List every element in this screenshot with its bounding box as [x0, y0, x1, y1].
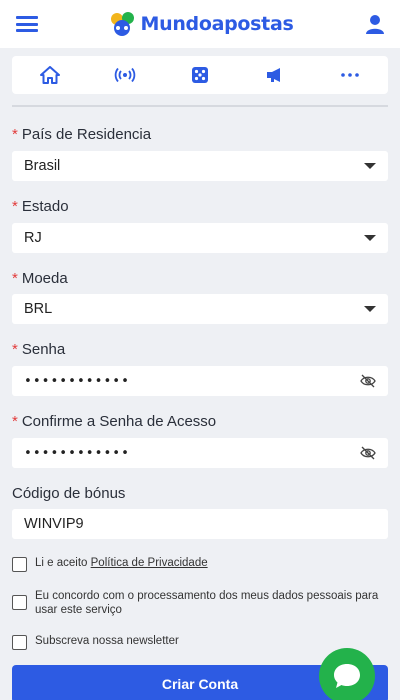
menu-icon[interactable]: [16, 16, 38, 32]
brand-logo[interactable]: Mundoapostas: [108, 10, 294, 38]
state-label-text: Estado: [21, 198, 69, 215]
privacy-prefix: Li e aceito: [35, 557, 88, 569]
bonus-code-input[interactable]: WINVIP9: [12, 509, 388, 539]
chevron-down-icon: [364, 163, 376, 169]
state-value: RJ: [24, 230, 42, 246]
password-label: * Senha: [12, 341, 65, 358]
data-processing-checkbox-row[interactable]: Eu concordo com o processamento dos meus…: [12, 589, 388, 617]
required-mark: *: [12, 126, 18, 143]
required-mark: *: [12, 341, 18, 358]
data-processing-text: Eu concordo com o processamento dos meus…: [35, 590, 379, 616]
logo-text: Mundoapostas: [140, 13, 294, 35]
newsletter-checkbox[interactable]: [12, 635, 27, 650]
nav-live[interactable]: [105, 60, 145, 90]
state-label: * Estado: [12, 198, 69, 215]
chat-icon: [334, 664, 360, 688]
password-value: ••••••••••••: [24, 373, 130, 389]
currency-label: * Moeda: [12, 270, 68, 287]
bonus-value: WINVIP9: [24, 516, 84, 532]
password-label-text: Senha: [21, 341, 66, 358]
newsletter-checkbox-row[interactable]: Subscreva nossa newsletter: [12, 634, 179, 650]
live-chat-button[interactable]: [319, 648, 375, 700]
currency-select[interactable]: BRL: [12, 294, 388, 324]
eye-off-icon[interactable]: [360, 374, 376, 388]
category-navbar: [12, 56, 388, 94]
section-divider: [12, 105, 388, 107]
privacy-checkbox[interactable]: [12, 557, 27, 572]
live-broadcast-icon: [114, 67, 136, 83]
app-header: Mundoapostas: [0, 0, 400, 48]
nav-casino[interactable]: [180, 60, 220, 90]
megaphone-icon: [267, 68, 281, 82]
chevron-down-icon: [364, 306, 376, 312]
currency-label-text: Moeda: [21, 270, 68, 287]
user-icon[interactable]: [364, 13, 386, 35]
newsletter-text: Subscreva nossa newsletter: [35, 635, 179, 647]
privacy-checkbox-row[interactable]: Li e aceito Política de Privacidade: [12, 556, 208, 572]
data-processing-checkbox[interactable]: [12, 595, 27, 610]
required-mark: *: [12, 270, 18, 287]
privacy-text: Li e aceito Política de Privacidade: [35, 556, 208, 570]
state-select[interactable]: RJ: [12, 223, 388, 253]
country-value: Brasil: [24, 158, 61, 174]
home-icon: [39, 66, 60, 84]
country-select[interactable]: Brasil: [12, 151, 388, 181]
nav-more[interactable]: [330, 60, 370, 90]
confirm-password-field[interactable]: ••••••••••••: [12, 438, 388, 468]
currency-value: BRL: [24, 301, 53, 317]
nav-home[interactable]: [30, 60, 70, 90]
country-label: * País de Residencia: [12, 126, 151, 143]
required-mark: *: [12, 198, 18, 215]
eye-off-icon[interactable]: [360, 446, 376, 460]
more-icon: [341, 73, 360, 77]
nav-promotions[interactable]: [255, 60, 295, 90]
dice-icon: [191, 67, 208, 83]
confirm-password-value: ••••••••••••: [24, 445, 130, 461]
password-field[interactable]: ••••••••••••: [12, 366, 388, 396]
privacy-policy-link[interactable]: Política de Privacidade: [91, 557, 208, 569]
country-label-text: País de Residencia: [21, 126, 152, 143]
confirm-password-label: * Confirme a Senha de Acesso: [12, 413, 216, 430]
required-mark: *: [12, 413, 18, 430]
confirm-password-label-text: Confirme a Senha de Acesso: [21, 413, 217, 430]
logo-mark-icon: [111, 12, 135, 36]
bonus-label: Código de bónus: [12, 485, 126, 502]
chevron-down-icon: [364, 235, 376, 241]
